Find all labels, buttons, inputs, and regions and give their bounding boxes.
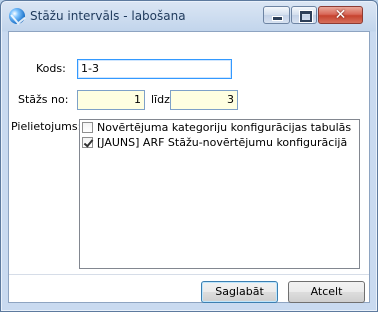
lidz-label: līdz [151,93,170,106]
kods-label: Kods: [36,62,66,75]
minimize-icon [264,7,289,23]
window-title: Stāžu intervāls - labošana [30,9,186,23]
kods-input[interactable]: 1-3 [77,59,232,79]
close-button[interactable]: ✕ [318,6,363,24]
stazs-to-input[interactable]: 3 [170,90,238,110]
dialog-content: Kods: 1-3 Stāžs no: 1 līdz 3 Pielietojum… [8,31,370,303]
list-item-label: [JAUNS] ARF Stāžu-novērtējumu konfigurāc… [97,136,348,149]
dialog-window: Stāžu intervāls - labošana ✕ Kods: 1-3 S… [0,0,378,312]
separator [9,274,369,275]
maximize-button[interactable] [291,6,317,24]
list-item-label: Novērtējuma kategoriju konfigurācijas ta… [97,121,352,134]
stazs-from-input[interactable]: 1 [77,90,145,110]
save-button[interactable]: Saglabāt [201,281,278,303]
checkbox-checked[interactable] [82,137,93,148]
app-icon [9,8,25,24]
maximize-icon [292,7,316,23]
title-bar[interactable]: Stāžu intervāls - labošana ✕ [1,1,377,31]
pielietojums-checklist[interactable]: Novērtējuma kategoriju konfigurācijas ta… [79,119,360,269]
list-item[interactable]: Novērtējuma kategoriju konfigurācijas ta… [80,120,359,135]
list-item[interactable]: [JAUNS] ARF Stāžu-novērtējumu konfigurāc… [80,135,359,150]
minimize-button[interactable] [263,6,290,24]
cancel-button[interactable]: Atcelt [288,281,365,303]
checkbox[interactable] [82,122,93,133]
stazs-label: Stāžs no: [18,93,69,106]
pielietojums-label: Pielietojums: [11,120,82,133]
close-icon: ✕ [334,7,347,23]
